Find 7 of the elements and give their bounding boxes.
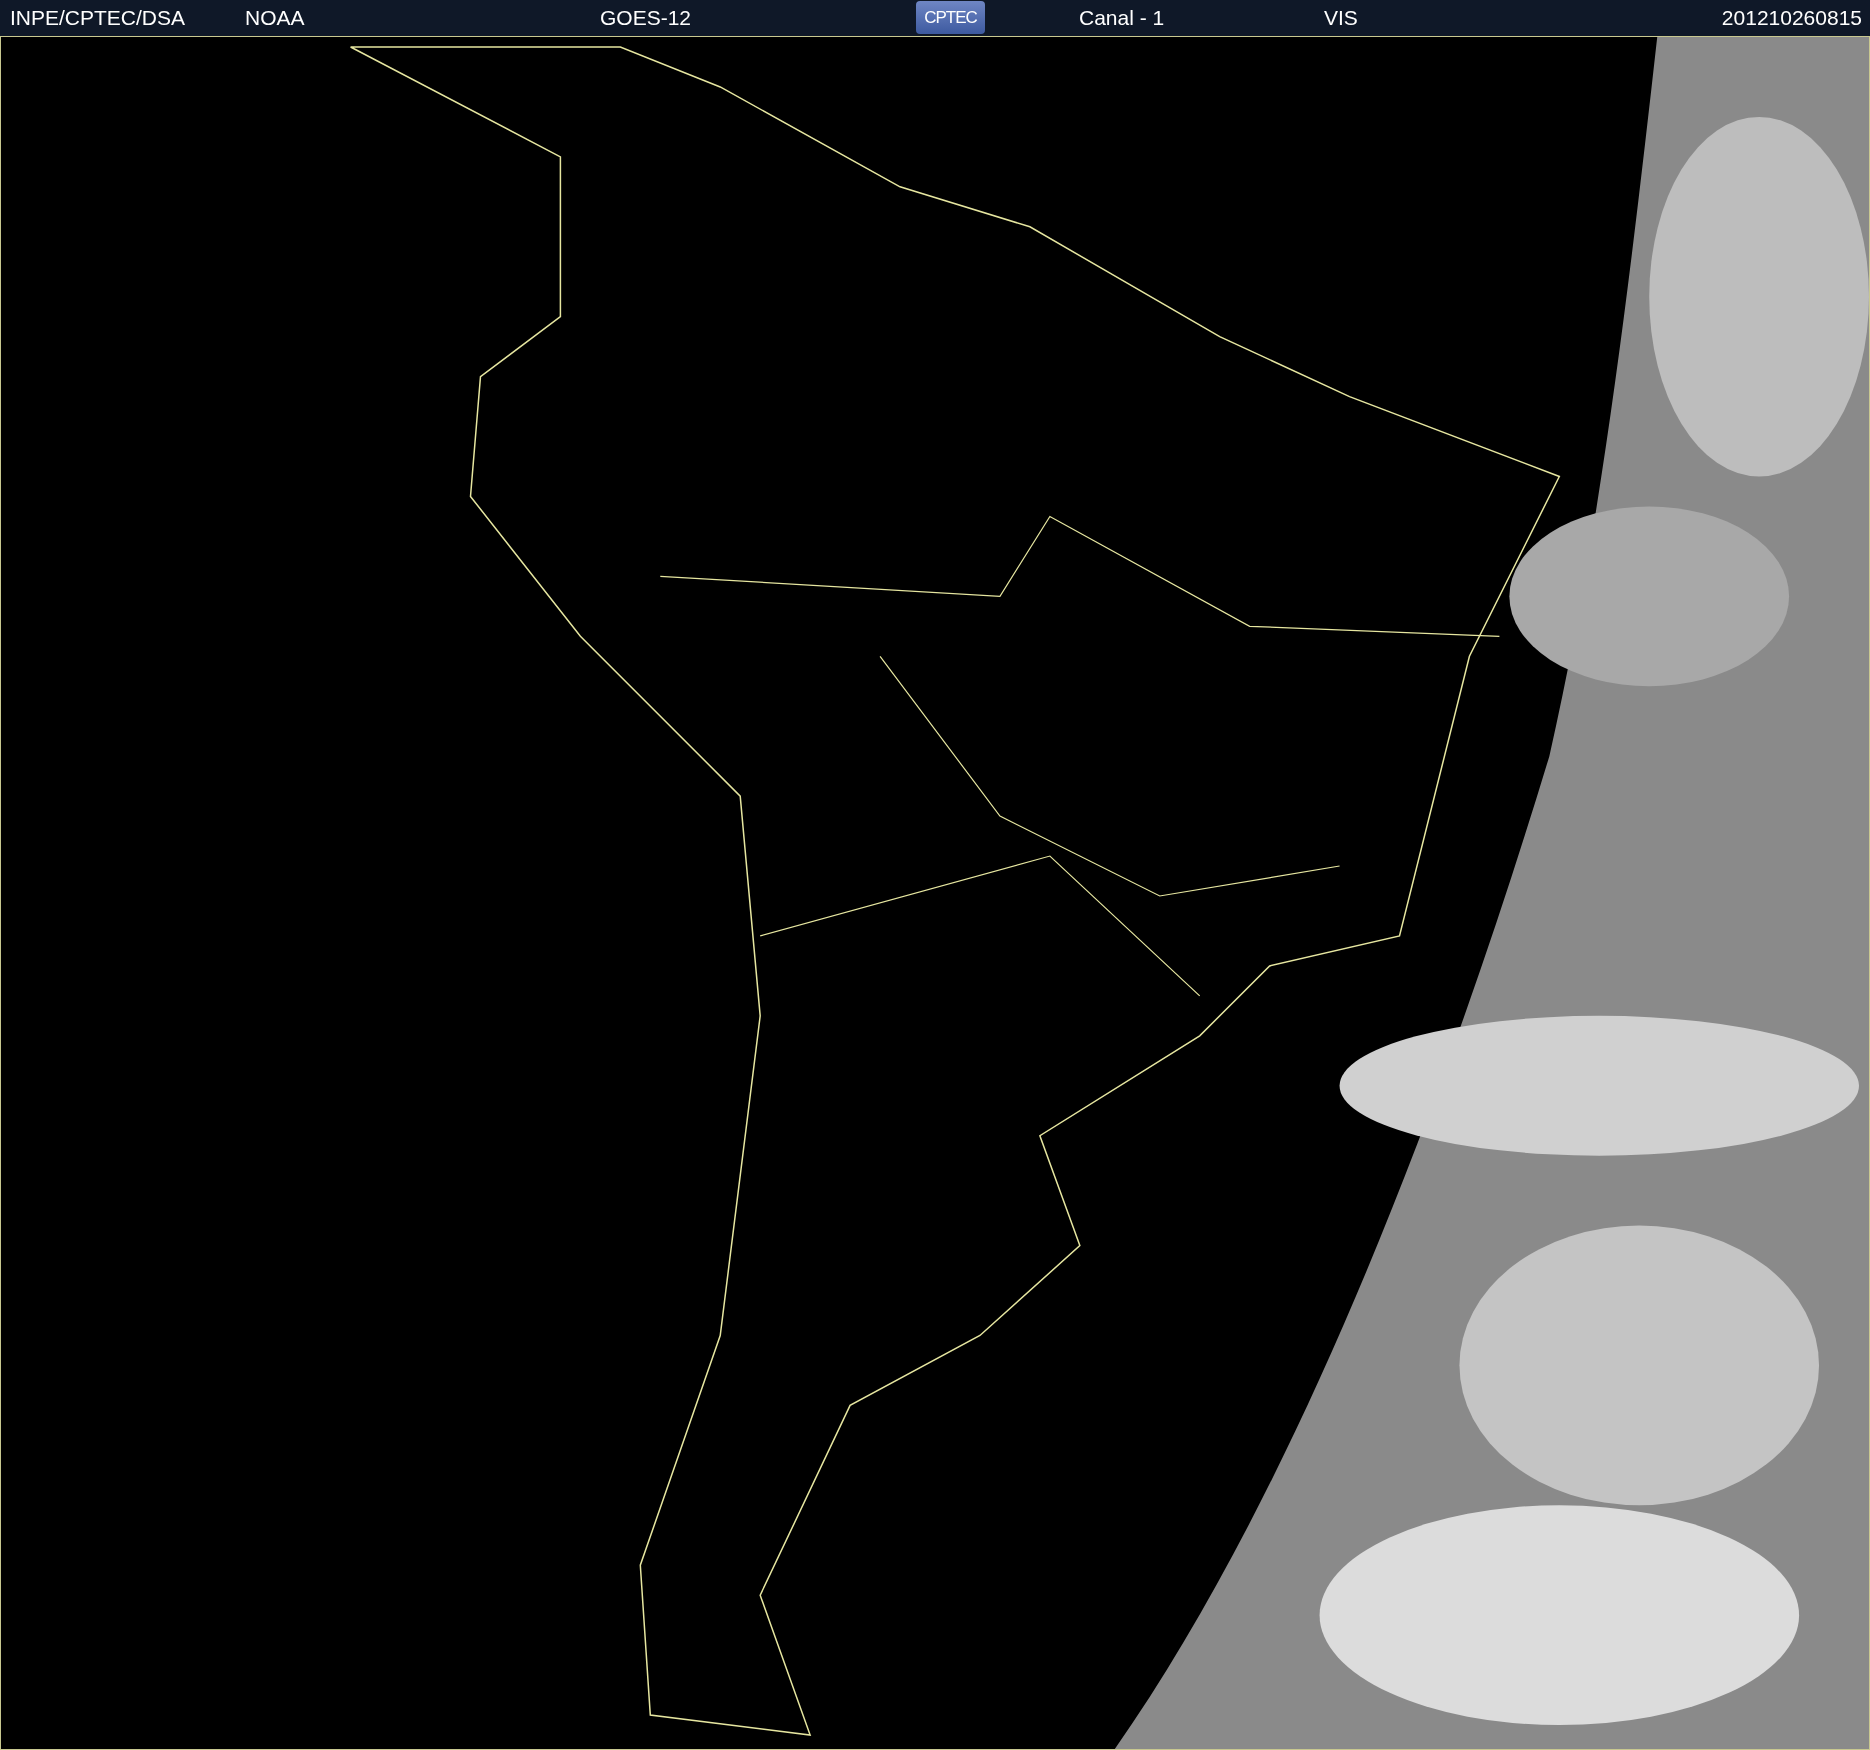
band-label: VIS [1324, 6, 1358, 30]
agency-label: NOAA [245, 6, 305, 30]
satellite-label: GOES-12 [600, 6, 692, 30]
timestamp-label: 201210260815 [1721, 6, 1862, 30]
source-label: INPE/CPTEC/DSA [10, 6, 186, 30]
logo: CPTEC [916, 1, 985, 34]
channel-label: Canal - 1 [1079, 6, 1165, 30]
